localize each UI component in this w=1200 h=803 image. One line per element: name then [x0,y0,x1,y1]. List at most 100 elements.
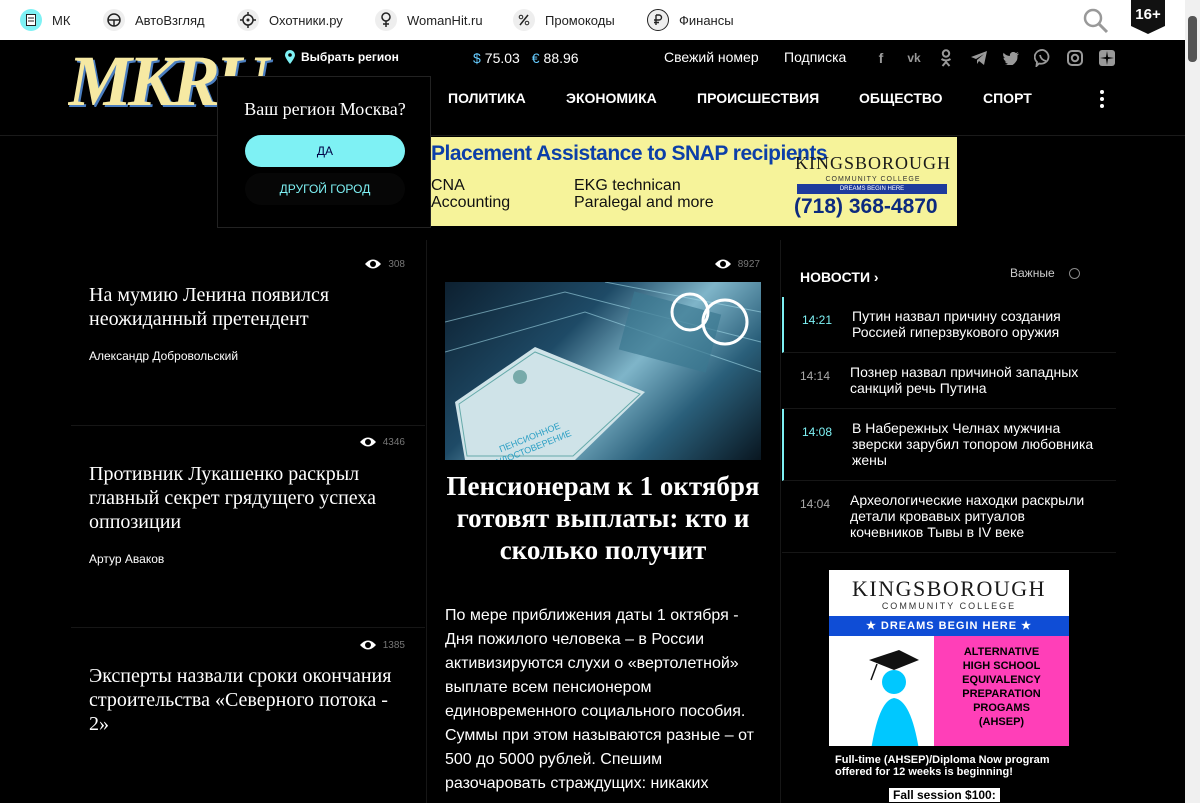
article-title[interactable]: Эксперты назвали сроки окончания строите… [89,664,409,736]
sidebar-ad-footer-text: Fall session $100: [889,788,1000,802]
article-title[interactable]: Противник Лукашенко раскрыл главный секр… [89,462,409,534]
instagram-icon[interactable] [1065,48,1085,68]
female-symbol-icon [375,9,397,31]
sidebar-ad-footer-text: Full-time (AHSEP)/Diploma Now program [835,754,1050,766]
header-divider [0,135,1185,136]
eye-icon [365,259,382,269]
partner-link-ohotniki[interactable]: Охотники.ру [237,8,343,32]
sidebar-ad-brand: KINGSBOROUGH [851,576,1046,601]
nav-item-sport[interactable]: СПОРТ [983,90,1032,106]
news-time: 14:08 [802,425,833,439]
news-text[interactable]: Археологические находки раскрыли детали … [850,492,1100,540]
steering-wheel-icon [103,9,125,31]
news-item[interactable]: 14:14 Познер назвал причиной западных са… [782,353,1116,409]
news-item[interactable]: 14:08 В Набережных Челнах мужчина зверск… [782,409,1116,481]
mk-doc-icon [20,9,42,31]
vk-icon[interactable]: vk [904,48,924,68]
eye-icon [359,640,376,650]
partner-link-finansy[interactable]: Финансы [647,8,734,32]
sidebar-ad-line: ALTERNATIVE [963,646,1040,658]
sidebar-ad-tagline: ★ DREAMS BEGIN HERE ★ [829,616,1069,636]
sidebar-ad-line: PROGAMS [973,702,1030,714]
zen-icon[interactable] [1097,48,1117,68]
partner-label: МК [52,12,71,28]
featured-article[interactable]: 8927 ПЕНСИОННОЕ УДОСТОВЕРЕНИЕ Пенсионера… [426,240,781,803]
important-radio[interactable] [1068,267,1080,279]
news-time: 14:21 [802,313,833,327]
age-rating-text: 16+ [1135,6,1161,23]
important-label: Важные [1010,266,1055,280]
partner-link-promokody[interactable]: Промокоды [513,8,615,32]
nav-item-society[interactable]: ОБЩЕСТВО [859,90,943,106]
search-icon[interactable] [1083,8,1109,34]
view-count-value: 308 [388,258,405,270]
ruble-icon [647,9,669,31]
fresh-issue-link[interactable]: Свежий номер [664,49,759,65]
news-item[interactable]: 14:21 Путин назвал причину создания Росс… [782,297,1116,353]
telegram-icon[interactable] [969,48,989,68]
confirm-region-button[interactable]: ДА [245,135,405,167]
eye-icon [714,259,731,269]
age-rating-badge: 16+ [1131,0,1165,34]
partner-label: АвтоВзгляд [135,12,205,28]
article-card[interactable]: 4346 Противник Лукашенко раскрыл главный… [71,426,425,628]
article-title[interactable]: На мумию Ленина появился неожиданный пре… [89,283,409,331]
news-text[interactable]: Путин назвал причину создания Россией ги… [852,308,1102,340]
percent-icon [513,9,535,31]
region-confirm-popup: Ваш регион Москва? ДА ДРУГОЙ ГОРОД [217,76,431,228]
news-heading-link[interactable]: НОВОСТИ › [800,269,879,285]
featured-photo[interactable]: ПЕНСИОННОЕ УДОСТОВЕРЕНИЕ [445,282,761,460]
region-select-label: Выбрать регион [301,50,399,64]
viber-icon[interactable] [1033,48,1053,68]
target-icon [237,9,259,31]
location-pin-icon [285,50,295,64]
news-heading: НОВОСТИ [800,269,871,285]
featured-title[interactable]: Пенсионерам к 1 октября готовят выплаты:… [445,470,761,566]
scrollbar-thumb[interactable] [1188,16,1197,62]
article-author[interactable]: Александр Добровольский [89,349,238,363]
partner-label: Финансы [679,12,734,28]
sidebar-ad-line: EQUIVALENCY [962,674,1041,686]
sidebar-ad-line: HIGH SCHOOL [962,660,1041,672]
partner-link-womanhit[interactable]: WomanHit.ru [375,8,483,32]
partner-label: Охотники.ру [269,12,343,28]
other-city-button[interactable]: ДРУГОЙ ГОРОД [245,173,405,205]
news-item[interactable]: 14:04 Археологические находки раскрыли д… [782,481,1116,553]
banner-brand-sub: COMMUNITY COLLEGE [825,176,921,183]
banner-headline: Placement Assistance to SNAP recipients [431,142,828,165]
view-count: 4346 [359,436,405,448]
region-question: Ваш регион Москва? [244,99,406,119]
nav-item-incidents[interactable]: ПРОИСШЕСТВИЯ [697,90,819,106]
sidebar-ad-program: ALTERNATIVE HIGH SCHOOL EQUIVALENCY PREP… [934,636,1069,746]
featured-lead: По мере приближения даты 1 октября - Дня… [445,607,754,792]
left-articles-column: 308 На мумию Ленина появился неожиданный… [71,240,425,803]
scrollbar[interactable] [1185,0,1200,803]
sidebar-ad-line: (AHSEP) [978,716,1025,728]
partner-link-mk[interactable]: МК [20,8,70,32]
view-count: 1385 [359,639,405,651]
more-menu-icon[interactable] [1097,89,1107,109]
nav-item-politics[interactable]: ПОЛИТИКА [448,90,526,106]
partner-link-avtovzglyad[interactable]: АвтоВзгляд [103,8,205,32]
twitter-icon[interactable] [1001,48,1021,68]
article-card[interactable]: 1385 Эксперты назвали сроки окончания ст… [71,628,425,803]
banner-ad[interactable]: Placement Assistance to SNAP recipients … [431,137,957,226]
article-card[interactable]: 308 На мумию Ленина появился неожиданный… [71,240,425,426]
odnoklassniki-icon[interactable] [936,48,956,68]
usd-rate: 75.03 [484,50,520,66]
facebook-icon[interactable]: f [871,48,891,68]
nav-item-economy[interactable]: ЭКОНОМИКА [566,90,657,106]
article-author[interactable]: Артур Аваков [89,552,164,566]
pension-certificate-image [445,282,761,460]
region-select[interactable]: Выбрать регион [285,50,399,64]
important-toggle[interactable]: Важные [1010,266,1080,280]
sidebar-ad[interactable]: KINGSBOROUGH COMMUNITY COLLEGE ★ DREAMS … [829,570,1069,803]
sidebar-ad-footer: Full-time (AHSEP)/Diploma Now program of… [829,746,1069,803]
news-text[interactable]: Познер назвал причиной западных санкций … [850,364,1100,396]
news-text[interactable]: В Набережных Челнах мужчина зверски зару… [852,420,1102,468]
partner-bar: МК АвтоВзгляд Охотники.ру WomanHit.ru Пр… [0,0,1200,40]
banner-text: Accounting [431,194,511,211]
sidebar-ad-line: PREPARATION [962,688,1041,700]
sidebar-ad-footer-text: offered for 12 weeks is beginning! [835,766,1013,778]
subscription-link[interactable]: Подписка [784,49,846,65]
